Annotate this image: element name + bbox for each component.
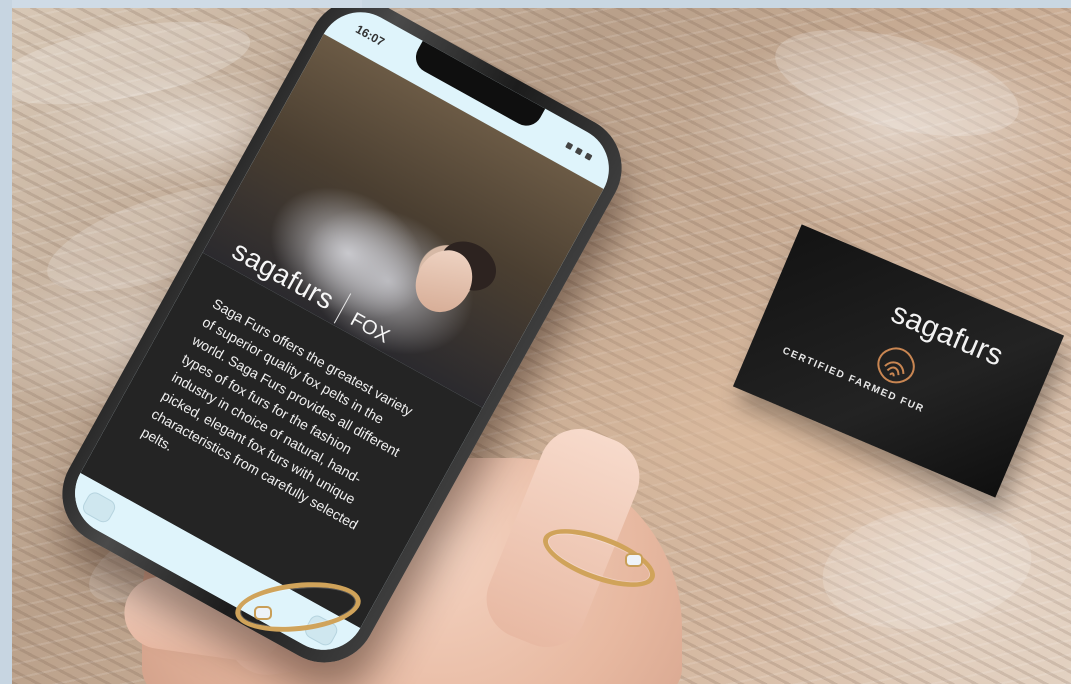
fur-highlight — [764, 9, 1030, 157]
wifi-icon — [574, 147, 583, 156]
ring-gem — [256, 608, 270, 618]
brand-divider — [334, 293, 352, 324]
signal-icon — [565, 141, 574, 151]
fur-highlight — [814, 493, 1040, 643]
top-edge-strip — [0, 0, 362, 8]
status-icons — [565, 141, 593, 161]
left-edge-strip — [0, 0, 12, 684]
fur-background-photo: 16:07 sagafurs FOX Saga Furs offers the … — [12, 8, 1071, 684]
fur-label: sagafurs CERTIFIED FARMED FUR — [732, 224, 1065, 498]
fur-highlight — [12, 8, 257, 121]
battery-icon — [584, 152, 593, 161]
status-time: 16:07 — [353, 22, 387, 50]
ring-gem — [627, 555, 641, 565]
back-button[interactable] — [80, 489, 118, 526]
